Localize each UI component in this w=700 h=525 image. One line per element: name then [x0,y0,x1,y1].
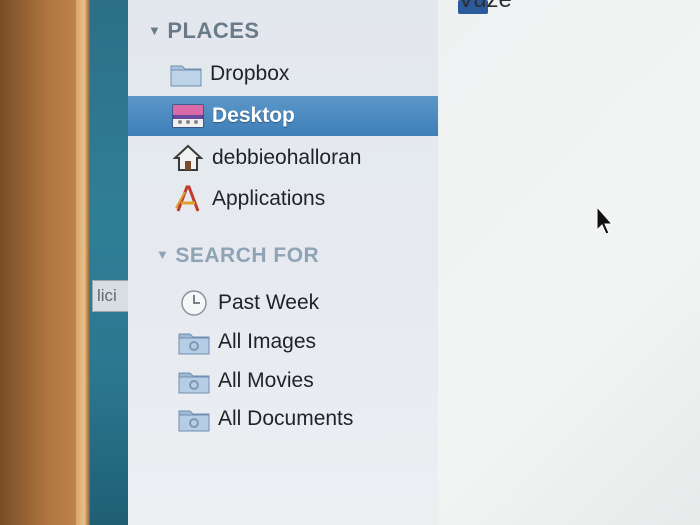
disclosure-triangle-icon[interactable]: ▼ [156,247,169,262]
sidebar-item-label: All Movies [218,369,314,392]
smart-folder-icon [178,366,210,396]
search-for-section-header[interactable]: ▼ SEARCH FOR [156,244,319,268]
finder-content-pane[interactable] [438,0,700,525]
sidebar-item-applications[interactable]: Applications [172,180,325,218]
desktop-background [90,0,130,525]
folder-icon [170,59,202,89]
smart-folder-icon [178,404,210,434]
monitor-bezel [0,0,88,525]
background-window-text: lici [97,286,117,305]
clock-icon [178,288,210,318]
sidebar-item-all-movies[interactable]: All Movies [178,362,314,400]
sidebar-item-label: Dropbox [210,62,290,85]
applications-icon [172,184,204,214]
sidebar-item-dropbox[interactable]: Dropbox [170,55,289,93]
places-section-header[interactable]: ▼ PLACES [148,18,260,44]
desktop-icon [172,101,204,131]
sidebar-item-past-week[interactable]: Past Week [178,284,319,322]
sidebar-item-desktop[interactable]: Desktop [128,96,438,136]
search-for-header-label: SEARCH FOR [175,244,320,267]
places-header-label: PLACES [167,18,260,43]
sidebar-item-label: Past Week [218,291,320,314]
sidebar-item-label: Desktop [212,104,295,127]
sidebar-item-all-documents[interactable]: All Documents [178,400,353,438]
disclosure-triangle-icon[interactable]: ▼ [148,23,161,38]
sidebar-item-label: All Images [218,330,317,353]
vuze-item-label[interactable]: Vuze [458,0,512,14]
sidebar-item-label: debbieohalloran [212,146,362,169]
monitor-bezel-edge [76,0,90,525]
sidebar-item-home[interactable]: debbieohalloran [172,139,361,177]
home-icon [172,143,204,173]
smart-folder-icon [178,327,210,357]
mouse-pointer-icon [596,205,616,241]
sidebar-item-all-images[interactable]: All Images [178,323,316,361]
sidebar-item-label: Applications [212,187,326,210]
sidebar-item-label: All Documents [218,407,354,430]
